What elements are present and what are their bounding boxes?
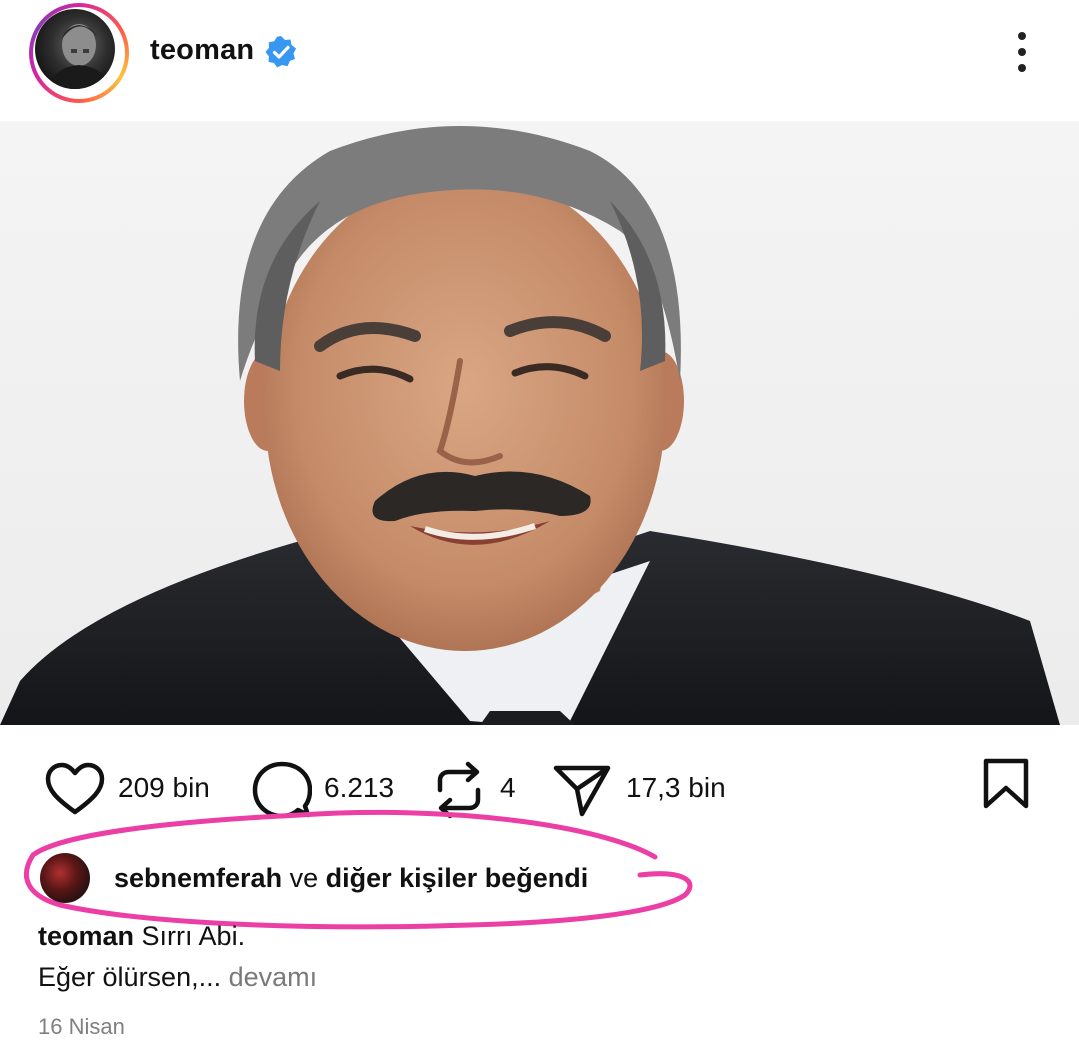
bookmark-icon[interactable] [982,758,1030,810]
profile-avatar[interactable] [29,3,129,103]
post-actions: 209 bin 6.213 4 17,3 bin [0,750,1079,830]
post-photo[interactable] [0,121,1079,725]
heart-icon[interactable] [45,762,105,816]
liked-by-row[interactable]: sebnemferah ve diğer kişiler beğendi [40,850,740,904]
portrait-illustration [0,126,1060,725]
avatar-portrait [49,24,109,89]
more-dot [1018,64,1026,72]
caption-line-1: teoman Sırrı Abi. [38,921,245,952]
reposts-count[interactable]: 4 [500,772,516,804]
more-options-button[interactable] [1004,28,1040,78]
liker-username[interactable]: sebnemferah [114,863,282,893]
comment-icon[interactable] [252,760,312,820]
more-dot [1018,32,1026,40]
caption-text: Sırrı Abi. [141,921,246,951]
caption-more-link[interactable]: devamı [229,962,318,992]
send-icon[interactable] [552,762,612,818]
caption-text-2: Eğer ölürsen,... [38,962,222,992]
comments-count[interactable]: 6.213 [324,772,394,804]
caption-username[interactable]: teoman [38,921,134,951]
post-header: teoman [0,0,1079,110]
shares-count[interactable]: 17,3 bin [626,772,726,804]
liker-avatar[interactable] [40,853,90,903]
caption-line-2: Eğer ölürsen,... devamı [38,962,317,993]
avatar-photo [35,9,115,89]
likes-count[interactable]: 209 bin [118,772,210,804]
repost-icon[interactable] [432,760,486,820]
post-date: 16 Nisan [38,1014,125,1039]
more-dot [1018,48,1026,56]
liked-by-text: sebnemferah ve diğer kişiler beğendi [114,863,588,894]
liked-by-connector: ve [289,863,319,893]
post-author-username[interactable]: teoman [150,34,254,67]
liked-by-others[interactable]: diğer kişiler beğendi [326,863,589,893]
verified-badge-icon [265,36,296,68]
